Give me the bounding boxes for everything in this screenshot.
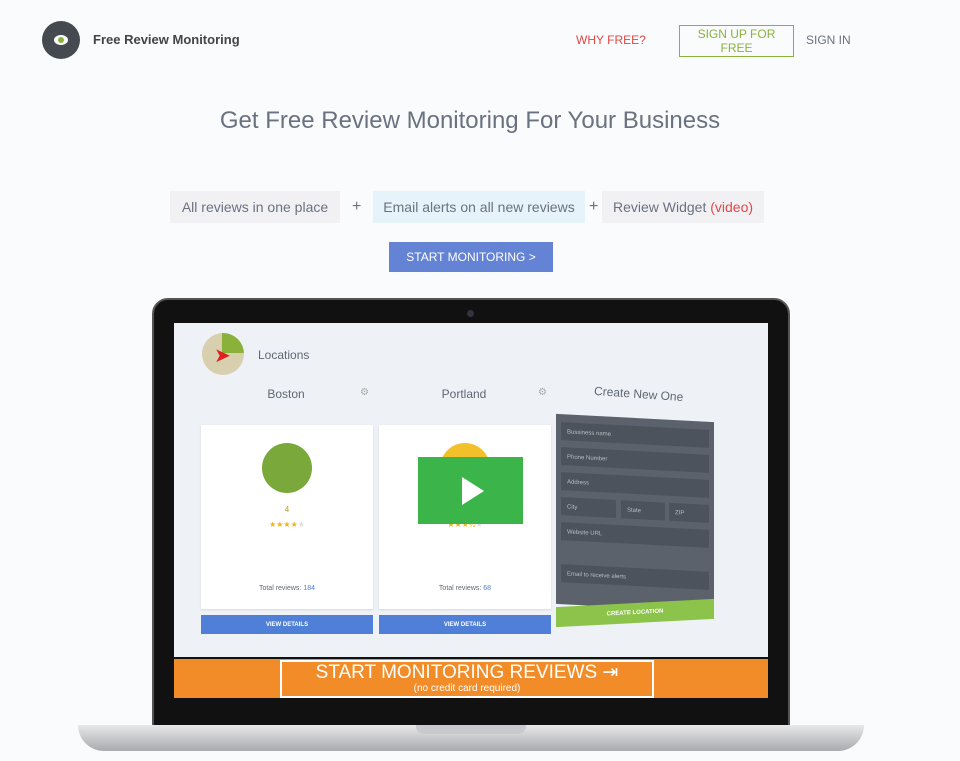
create-title: Create New One [593, 383, 684, 405]
banner-title: START MONITORING REVIEWS ⇥ [315, 662, 619, 683]
locations-title: Locations [258, 348, 310, 362]
rating: 4 [284, 505, 290, 514]
video-link[interactable]: (video) [710, 199, 753, 215]
happy-face-icon [262, 443, 312, 493]
field[interactable]: Website URL [561, 522, 709, 548]
view-details-button[interactable]: VIEW DETAILS [379, 615, 551, 634]
create-form: Bussiness name Phone Number Address City… [556, 413, 714, 613]
plus-sign: + [589, 198, 599, 215]
field[interactable]: ZIP [669, 502, 709, 523]
field[interactable]: Phone Number [561, 447, 709, 473]
sign-up-button[interactable]: SIGN UP FOR FREE [679, 25, 794, 57]
card-city: Boston [267, 387, 305, 401]
nav-sign-in[interactable]: SIGN IN [806, 33, 851, 47]
feature-label: Review Widget [612, 199, 707, 215]
start-monitoring-button[interactable]: START MONITORING > [389, 242, 553, 272]
play-button[interactable] [418, 457, 523, 524]
field[interactable]: State [621, 500, 665, 521]
star-rating-icon: ★★★★★ [269, 520, 305, 529]
plus-sign: + [352, 198, 362, 215]
field[interactable]: Bussiness name [561, 422, 709, 448]
logo-icon[interactable] [42, 21, 80, 59]
field[interactable]: Email to receive alerts [561, 564, 709, 590]
field[interactable]: City [561, 497, 616, 519]
camera-icon [467, 310, 474, 317]
start-monitoring-reviews-button[interactable]: START MONITORING REVIEWS ⇥ (no credit ca… [280, 660, 654, 698]
feature-all-reviews: All reviews in one place [170, 191, 340, 223]
gear-icon[interactable]: ⚙ [538, 387, 547, 398]
view-details-button[interactable]: VIEW DETAILS [201, 615, 373, 634]
nav-why-free[interactable]: WHY FREE? [576, 33, 646, 47]
map-icon: ➤ [202, 333, 244, 375]
total-label: Total reviews: [438, 585, 482, 592]
card-city: Portland [441, 387, 487, 401]
total-label: Total reviews: [258, 585, 302, 592]
play-icon [462, 477, 484, 505]
laptop-notch [416, 725, 526, 734]
page-title: Get Free Review Monitoring For Your Busi… [219, 107, 721, 134]
gear-icon[interactable]: ⚙ [360, 387, 369, 398]
field[interactable]: Address [561, 472, 709, 498]
feature-email-alerts: Email alerts on all new reviews [373, 191, 585, 223]
brand-name[interactable]: Free Review Monitoring [93, 32, 240, 47]
feature-review-widget: Review Widget (video) [602, 191, 764, 223]
banner-subtitle: (no credit card required) [413, 683, 521, 694]
total-count: 68 [483, 585, 492, 592]
total-count: 184 [303, 585, 316, 592]
location-card: 4 ★★★★★ Total reviews: 184 [201, 425, 373, 609]
